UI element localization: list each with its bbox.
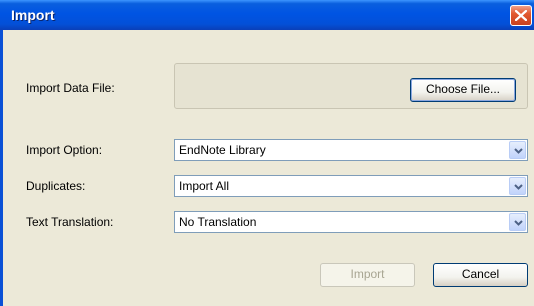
text-translation-value: No Translation bbox=[179, 215, 257, 229]
chevron-down-icon bbox=[514, 220, 523, 226]
text-translation-select[interactable]: No Translation bbox=[174, 211, 528, 233]
cancel-button[interactable]: Cancel bbox=[433, 263, 528, 287]
import-option-select[interactable]: EndNote Library bbox=[174, 139, 528, 161]
import-data-file-label: Import Data File: bbox=[26, 81, 115, 95]
import-option-value: EndNote Library bbox=[179, 143, 266, 157]
title-bar[interactable]: Import bbox=[0, 0, 534, 30]
chevron-down-icon bbox=[514, 184, 523, 190]
import-option-dropdown-button[interactable] bbox=[509, 141, 526, 159]
text-translation-label: Text Translation: bbox=[26, 215, 114, 229]
duplicates-label: Duplicates: bbox=[26, 179, 86, 193]
window-title: Import bbox=[11, 7, 55, 23]
window-border bbox=[0, 30, 3, 306]
chevron-down-icon bbox=[514, 148, 523, 154]
duplicates-dropdown-button[interactable] bbox=[509, 177, 526, 195]
duplicates-value: Import All bbox=[179, 179, 230, 193]
file-chooser-panel: Choose File... bbox=[174, 63, 528, 109]
duplicates-select[interactable]: Import All bbox=[174, 175, 528, 197]
import-dialog: Import Import Data File: Choose File... … bbox=[0, 0, 534, 306]
import-option-label: Import Option: bbox=[26, 143, 103, 157]
choose-file-button[interactable]: Choose File... bbox=[410, 78, 516, 102]
close-button[interactable] bbox=[510, 5, 532, 26]
text-translation-dropdown-button[interactable] bbox=[509, 213, 526, 231]
import-button[interactable]: Import bbox=[320, 263, 415, 287]
close-icon bbox=[515, 10, 527, 21]
